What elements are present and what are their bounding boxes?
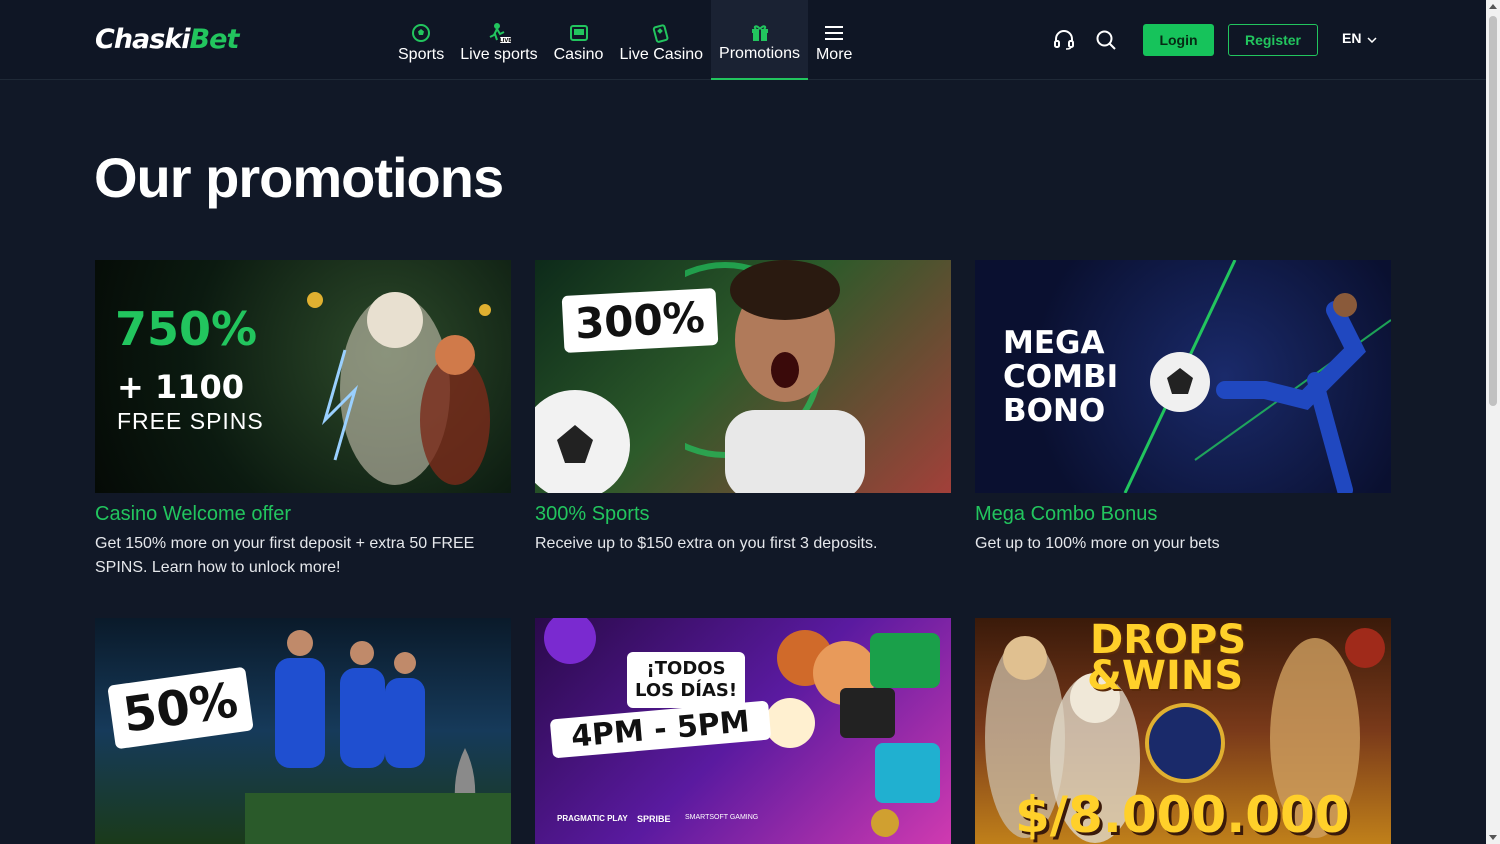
banner-line1: ¡TODOS	[646, 658, 726, 679]
banner-headline: 750%	[115, 302, 258, 356]
banner-headline: 50%	[107, 666, 254, 750]
menu-icon	[824, 22, 844, 44]
language-selector[interactable]: EN	[1342, 30, 1377, 46]
nav-label-more: More	[815, 46, 853, 63]
chevron-down-icon	[1367, 30, 1377, 46]
banner-line3: BONO	[1003, 393, 1106, 429]
promo-title[interactable]: Mega Combo Bonus	[975, 503, 1391, 526]
banner-headline: 300%	[561, 288, 719, 353]
promo-card-300-sports[interactable]: 300% 300% Sports Receive up to $150 extr…	[535, 260, 951, 556]
provider-spribe-logo: SPRIBE	[637, 814, 671, 824]
promo-banner-image[interactable]: DROPS &WINS $/8.000.000	[975, 618, 1391, 844]
slot-machine-icon	[569, 22, 589, 44]
promo-banner-image[interactable]: 750% + 1100 FREE SPINS	[95, 260, 511, 493]
nav-label-casino: Casino	[553, 46, 604, 63]
nav-label-promotions: Promotions	[719, 45, 800, 62]
search-button[interactable]	[1091, 0, 1121, 80]
nav-item-live-casino[interactable]: Live Casino	[611, 0, 711, 80]
promo-title[interactable]: 300% Sports	[535, 503, 951, 526]
promo-title[interactable]: Casino Welcome offer	[95, 503, 511, 526]
live-player-icon: LIVE	[486, 22, 512, 44]
nav-item-live-sports[interactable]: LIVE Live sports	[452, 0, 545, 80]
nav-item-promotions[interactable]: Promotions	[711, 0, 808, 80]
fan-illustration	[685, 260, 865, 493]
register-button[interactable]: Register	[1228, 24, 1318, 56]
provider-smartsoft-logo: SMARTSOFT GAMING	[685, 814, 759, 821]
nav-item-sports[interactable]: Sports	[390, 0, 452, 80]
promo-banner-image[interactable]: MEGA COMBI BONO	[975, 260, 1391, 493]
zeus-illustration	[307, 292, 491, 485]
promo-description: Get up to 100% more on your bets	[975, 535, 1220, 552]
svg-text:LIVE: LIVE	[499, 38, 512, 44]
cards-icon	[651, 22, 671, 44]
login-button[interactable]: Login	[1143, 24, 1214, 56]
headset-icon[interactable]	[1049, 25, 1079, 55]
promo-banner-image[interactable]: 300%	[535, 260, 951, 493]
scroll-down-icon[interactable]	[1489, 835, 1497, 840]
soccer-ball-icon	[412, 22, 431, 44]
promo-description: Receive up to $150 extra on you first 3 …	[535, 535, 878, 552]
gift-icon	[750, 21, 770, 43]
chaskibet-logo[interactable]: ChaskiBet	[95, 24, 240, 55]
promo-banner-image[interactable]: ¡TODOS LOS DÍAS! 4PM - 5PM PRAGMATIC PLA…	[535, 618, 951, 844]
banner-daily-tag: ¡TODOS LOS DÍAS!	[627, 652, 746, 708]
top-navigation-bar: ChaskiBet Sports LIVE Live sports Casino…	[0, 0, 1486, 80]
logo-text-accent: Bet	[189, 24, 240, 55]
promo-card-mega-combo[interactable]: MEGA COMBI BONO Mega Combo Bonus Get up …	[975, 260, 1391, 556]
support-button[interactable]	[1049, 0, 1079, 80]
nav-label-sports: Sports	[398, 46, 445, 63]
banner-line2: LOS DÍAS!	[635, 680, 738, 701]
promo-card-drops-wins[interactable]: DROPS &WINS $/8.000.000	[975, 618, 1391, 844]
banner-line2: &WINS	[1087, 653, 1244, 699]
nav-item-more[interactable]: More	[808, 0, 860, 80]
search-icon[interactable]	[1091, 25, 1121, 55]
page-scrollbar[interactable]	[1486, 0, 1500, 844]
main-nav: Sports LIVE Live sports Casino Live Casi…	[390, 0, 860, 80]
team-illustration	[245, 630, 511, 844]
scroll-up-icon[interactable]	[1489, 4, 1497, 9]
promo-description: Get 150% more on your first deposit + ex…	[95, 535, 475, 576]
nav-item-casino[interactable]: Casino	[546, 0, 612, 80]
banner-line2: + 1100	[117, 368, 245, 406]
soccer-ball-illustration	[535, 390, 630, 493]
page-title: Our promotions	[94, 146, 504, 209]
nav-label-live-casino: Live Casino	[619, 46, 704, 63]
language-label: EN	[1342, 30, 1362, 46]
provider-pragmatic-logo: PRAGMATIC PLAY	[557, 814, 628, 823]
logo-text-main: Chaski	[95, 24, 191, 55]
promo-card-casino-welcome[interactable]: 750% + 1100 FREE SPINS Casino Welcome of…	[95, 260, 511, 580]
banner-amount: $/8.000.000	[1015, 786, 1350, 844]
promo-card-daily-4pm-5pm[interactable]: ¡TODOS LOS DÍAS! 4PM - 5PM PRAGMATIC PLA…	[535, 618, 951, 844]
banner-line2: COMBI	[1003, 359, 1119, 395]
promo-banner-image[interactable]: 50%	[95, 618, 511, 844]
banner-line1: MEGA	[1003, 325, 1105, 361]
scrollbar-thumb[interactable]	[1489, 16, 1497, 406]
nav-label-live-sports: Live sports	[460, 46, 538, 63]
promo-card-50[interactable]: 50%	[95, 618, 511, 844]
banner-line3: FREE SPINS	[117, 408, 264, 434]
